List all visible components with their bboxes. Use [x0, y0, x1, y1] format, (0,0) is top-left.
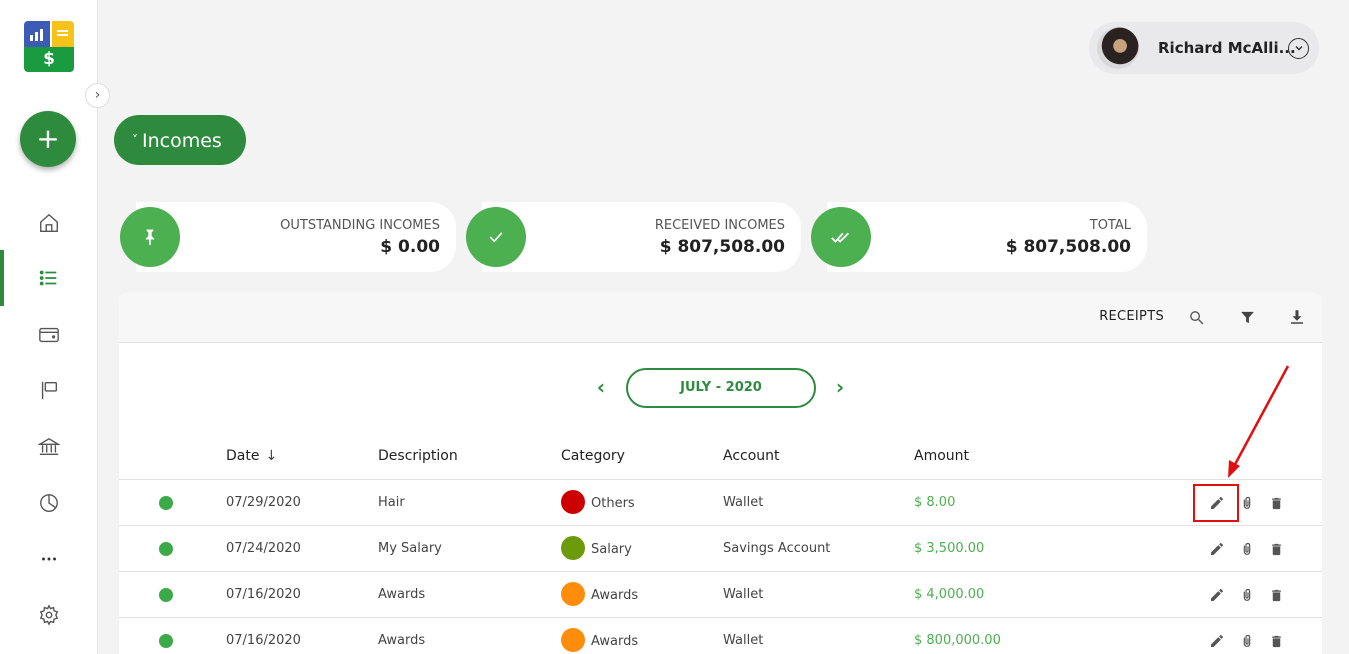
delete-icon[interactable]	[1266, 585, 1286, 605]
stat-value: $ 807,508.00	[659, 237, 785, 257]
column-header-amount[interactable]: Amount	[914, 448, 969, 464]
flag-icon[interactable]	[34, 375, 64, 405]
attachment-icon[interactable]	[1237, 493, 1257, 513]
row-amount: $ 800,000.00	[914, 633, 1001, 648]
row-account: Wallet	[723, 495, 764, 510]
row-amount: $ 3,500.00	[914, 541, 985, 556]
row-description: Awards	[378, 633, 426, 648]
stat-card-received: RECEIVED INCOMES $ 807,508.00	[466, 202, 801, 272]
transactions-panel: RECEIPTS ‹ JULY - 2020 › Date ↓ Descripti…	[119, 292, 1322, 654]
receipts-button[interactable]: RECEIPTS	[1099, 309, 1164, 324]
column-header-description[interactable]: Description	[378, 448, 458, 464]
category-color-dot	[561, 490, 585, 514]
row-category: Salary	[591, 542, 632, 557]
row-description: My Salary	[378, 541, 442, 556]
chevron-down-icon[interactable]	[1288, 38, 1309, 59]
search-icon[interactable]	[1185, 306, 1207, 328]
row-account: Savings Account	[723, 541, 831, 556]
home-icon[interactable]	[34, 208, 64, 238]
column-header-date[interactable]: Date ↓	[226, 448, 277, 464]
row-date: 07/16/2020	[226, 633, 301, 648]
user-name: Richard McAlli...	[1158, 39, 1296, 57]
attachment-icon[interactable]	[1237, 539, 1257, 559]
row-description: Awards	[378, 587, 426, 602]
sort-arrow-icon[interactable]: ↓	[265, 448, 277, 464]
stat-value: $ 807,508.00	[1005, 237, 1131, 257]
row-date: 07/16/2020	[226, 587, 301, 602]
column-header-category[interactable]: Category	[561, 448, 625, 464]
row-account: Wallet	[723, 587, 764, 602]
chevron-down-icon: ˅	[132, 133, 138, 147]
delete-icon[interactable]	[1266, 539, 1286, 559]
edit-icon[interactable]	[1207, 493, 1227, 513]
avatar	[1097, 27, 1139, 69]
edit-icon[interactable]	[1207, 585, 1227, 605]
row-description: Hair	[378, 495, 405, 510]
stat-card-total: TOTAL $ 807,508.00	[811, 202, 1147, 272]
filter-icon[interactable]	[1236, 306, 1258, 328]
bank-icon[interactable]	[34, 432, 64, 462]
previous-month-button[interactable]: ‹	[591, 376, 611, 400]
status-dot	[159, 634, 173, 648]
table-row[interactable]: 07/29/2020 Hair Others Wallet $ 8.00	[119, 480, 1322, 526]
stat-label: TOTAL	[1089, 218, 1131, 233]
category-color-dot	[561, 628, 585, 652]
list-icon[interactable]	[34, 263, 64, 293]
stat-label: OUTSTANDING INCOMES	[280, 218, 440, 233]
status-dot	[159, 542, 173, 556]
add-button[interactable]: +	[20, 111, 76, 167]
pin-icon	[120, 207, 180, 267]
edit-icon[interactable]	[1207, 631, 1227, 651]
download-icon[interactable]	[1286, 306, 1308, 328]
section-title: Incomes	[142, 130, 222, 152]
delete-icon[interactable]	[1266, 631, 1286, 651]
check-icon	[466, 207, 526, 267]
section-selector[interactable]: ˅ Incomes	[114, 115, 246, 165]
attachment-icon[interactable]	[1237, 631, 1257, 651]
next-month-button[interactable]: ›	[830, 376, 850, 400]
more-icon[interactable]	[34, 544, 64, 574]
table-row[interactable]: 07/16/2020 Awards Awards Wallet $ 800,00…	[119, 618, 1322, 654]
delete-icon[interactable]	[1266, 493, 1286, 513]
column-label: Date	[226, 448, 260, 464]
row-category: Awards	[591, 588, 639, 603]
table-toolbar: RECEIPTS	[119, 292, 1322, 343]
row-amount: $ 8.00	[914, 495, 956, 510]
table-row[interactable]: 07/16/2020 Awards Awards Wallet $ 4,000.…	[119, 572, 1322, 618]
wallet-icon[interactable]	[34, 320, 64, 350]
row-account: Wallet	[723, 633, 764, 648]
edit-icon[interactable]	[1207, 539, 1227, 559]
stat-label: RECEIVED INCOMES	[654, 218, 785, 233]
stat-card-outstanding: OUTSTANDING INCOMES $ 0.00	[120, 202, 456, 272]
status-dot	[159, 588, 173, 602]
sidebar-expand-button[interactable]: ›	[85, 83, 110, 108]
active-nav-indicator	[0, 250, 4, 306]
sidebar: $ +	[0, 0, 98, 654]
status-dot	[159, 496, 173, 510]
row-category: Awards	[591, 634, 639, 649]
month-navigator: ‹ JULY - 2020 ›	[591, 368, 851, 408]
row-date: 07/29/2020	[226, 495, 301, 510]
logo-dollar: $	[43, 49, 55, 69]
category-color-dot	[561, 582, 585, 606]
attachment-icon[interactable]	[1237, 585, 1257, 605]
app-logo[interactable]: $	[24, 21, 74, 72]
column-header-account[interactable]: Account	[723, 448, 780, 464]
pie-chart-icon[interactable]	[34, 488, 64, 518]
row-amount: $ 4,000.00	[914, 587, 985, 602]
row-category: Others	[591, 496, 635, 511]
table-row[interactable]: 07/24/2020 My Salary Salary Savings Acco…	[119, 526, 1322, 572]
user-menu[interactable]: Richard McAlli...	[1089, 22, 1319, 74]
annotation-arrow	[1228, 365, 1290, 478]
category-color-dot	[561, 536, 585, 560]
table-header: Date ↓ Description Category Account Amoun…	[119, 434, 1322, 480]
month-selector[interactable]: JULY - 2020	[626, 368, 816, 408]
double-check-icon	[811, 207, 871, 267]
row-date: 07/24/2020	[226, 541, 301, 556]
settings-icon[interactable]	[34, 600, 64, 630]
stat-value: $ 0.00	[380, 237, 440, 257]
